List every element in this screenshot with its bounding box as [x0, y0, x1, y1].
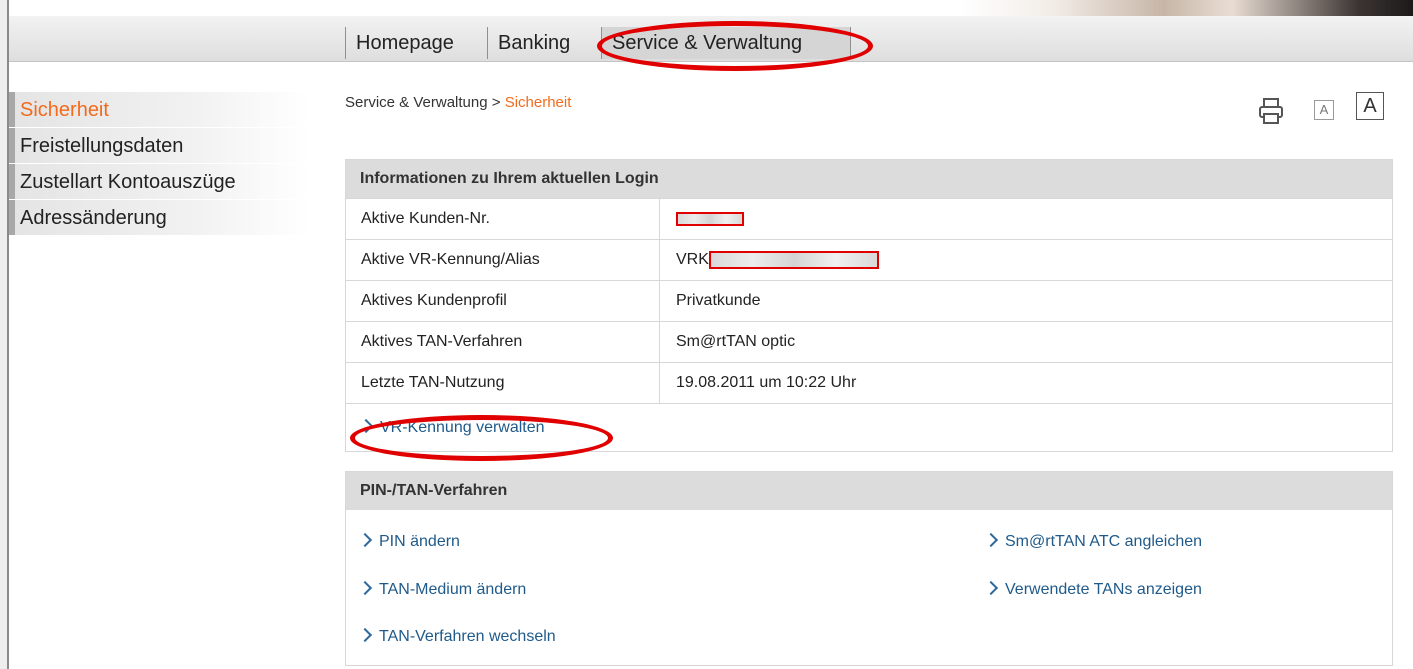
item-marker	[9, 164, 15, 199]
sidebar: Sicherheit Freistellungsdaten Zustellart…	[9, 92, 309, 236]
row-value: Privatkunde	[676, 292, 761, 309]
highlight-ellipse	[350, 415, 613, 461]
row-value: VRK	[676, 240, 879, 280]
header-photo	[960, 0, 1413, 16]
vr-kennung-prefix: VRK	[676, 251, 709, 268]
link-label: TAN-Medium ändern	[379, 581, 527, 598]
breadcrumb: Service & Verwaltung > Sicherheit	[345, 94, 571, 111]
smarttan-atc-angleichen-link[interactable]: Sm@rtTAN ATC angleichen	[983, 532, 1203, 551]
active-marker	[9, 92, 15, 127]
row-label: Aktive VR-Kennung/Alias	[361, 251, 540, 268]
row-value: Sm@rtTAN optic	[676, 333, 796, 350]
tab-banking[interactable]: Banking	[488, 27, 580, 59]
tab-homepage[interactable]: Homepage	[346, 27, 464, 59]
font-size-small-button[interactable]: A	[1314, 100, 1334, 120]
sidebar-item-adressaenderung[interactable]: Adressänderung	[9, 200, 309, 236]
tan-medium-aendern-link[interactable]: TAN-Medium ändern	[357, 580, 527, 599]
table-row: Aktives Kundenprofil Privatkunde	[346, 280, 1392, 321]
row-value: 19.08.2011 um 10:22 Uhr	[676, 374, 857, 391]
tan-verfahren-wechseln-link[interactable]: TAN-Verfahren wechseln	[357, 627, 556, 646]
chevron-right-icon	[983, 532, 999, 548]
chevron-right-icon	[357, 532, 373, 548]
column-divider	[659, 322, 660, 362]
row-label: Aktive Kunden-Nr.	[361, 210, 490, 227]
row-label: Aktives TAN-Verfahren	[361, 333, 523, 350]
chevron-right-icon	[983, 580, 999, 596]
column-divider	[659, 240, 660, 280]
row-label: Letzte TAN-Nutzung	[361, 374, 505, 391]
sidebar-item-freistellungsdaten[interactable]: Freistellungsdaten	[9, 128, 309, 164]
panel-title: PIN-/TAN-Verfahren	[346, 472, 1392, 510]
sidebar-item-label: Sicherheit	[20, 99, 109, 121]
chevron-right-icon	[357, 580, 373, 596]
sidebar-item-sicherheit[interactable]: Sicherheit	[9, 92, 309, 128]
redacted-value	[708, 250, 879, 269]
item-marker	[9, 200, 15, 235]
breadcrumb-parent[interactable]: Service & Verwaltung	[345, 94, 488, 111]
table-row: Aktives TAN-Verfahren Sm@rtTAN optic	[346, 321, 1392, 362]
link-label: PIN ändern	[379, 533, 460, 550]
link-label: Verwendete TANs anzeigen	[1005, 581, 1202, 598]
column-divider	[659, 199, 660, 239]
pin-tan-panel: PIN-/TAN-Verfahren PIN ändern TAN-Medium…	[345, 471, 1393, 666]
pin-aendern-link[interactable]: PIN ändern	[357, 532, 460, 551]
highlight-ellipse	[597, 21, 873, 71]
chevron-right-icon	[357, 627, 373, 643]
breadcrumb-separator: >	[487, 94, 505, 111]
sidebar-item-zustellart-kontoauszuege[interactable]: Zustellart Kontoauszüge	[9, 164, 309, 200]
verwendete-tans-anzeigen-link[interactable]: Verwendete TANs anzeigen	[983, 580, 1202, 599]
window-left-border	[0, 0, 9, 669]
table-row: Letzte TAN-Nutzung 19.08.2011 um 10:22 U…	[346, 362, 1392, 403]
table-row: Aktive Kunden-Nr.	[346, 198, 1392, 239]
sidebar-item-label: Adressänderung	[20, 207, 167, 229]
row-value	[676, 199, 744, 239]
row-label: Aktives Kundenprofil	[361, 292, 507, 309]
panel-title: Informationen zu Ihrem aktuellen Login	[346, 160, 1392, 198]
column-divider	[659, 281, 660, 321]
sidebar-item-label: Freistellungsdaten	[20, 135, 184, 157]
table-row: Aktive VR-Kennung/Alias VRK	[346, 239, 1392, 280]
column-divider	[659, 363, 660, 403]
link-label: Sm@rtTAN ATC angleichen	[1005, 533, 1203, 550]
breadcrumb-current: Sicherheit	[504, 94, 572, 111]
item-marker	[9, 128, 15, 163]
font-size-large-button[interactable]: A	[1356, 92, 1384, 120]
redacted-value	[676, 211, 744, 226]
printer-icon[interactable]	[1258, 97, 1284, 125]
login-info-panel: Informationen zu Ihrem aktuellen Login A…	[345, 159, 1393, 452]
sidebar-item-label: Zustellart Kontoauszüge	[20, 171, 236, 193]
link-label: TAN-Verfahren wechseln	[379, 628, 556, 645]
